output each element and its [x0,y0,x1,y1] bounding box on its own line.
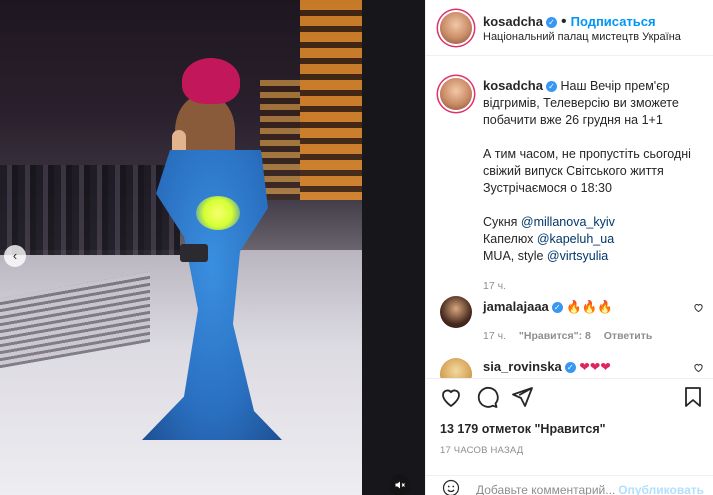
mute-icon[interactable] [389,474,411,495]
comment-likes[interactable]: "Нравится": 8 [519,330,591,342]
comment-username[interactable]: jamalajaaa [483,299,549,314]
audience [0,165,180,255]
verified-badge-icon: ✓ [545,81,557,92]
comment-body: jamalajaaa ✓ 🔥🔥🔥 [483,298,683,316]
post-actions: 13 179 отметок "Нравится" 17 ЧАСОВ НАЗАД… [426,378,713,495]
verified-badge-icon: ✓ [551,302,563,313]
header-title-row: kosadcha ✓ • Подписаться [483,13,656,31]
location-link[interactable]: Національний палац мистецтв Україна [483,31,681,43]
comment-item: sia_rovinska ✓ ❤❤❤ [483,358,683,376]
post-timestamp: 17 ЧАСОВ НАЗАД [440,445,524,456]
comment-item: jamalajaaa ✓ 🔥🔥🔥 17 ч. "Нравится": 8 Отве… [483,298,683,342]
like-heart-icon[interactable] [439,385,465,411]
mention-dress[interactable]: @millanova_kyiv [521,215,615,229]
figure-clutch [180,244,208,262]
mention-mua[interactable]: @virtsyulia [547,249,608,263]
post-video[interactable]: ‹ [0,0,425,495]
comment-text: 🔥🔥🔥 [566,300,613,314]
credit-dress: Сукня @millanova_kyiv [483,214,703,231]
comment-text: ❤❤❤ [579,360,611,374]
credit-hat-label: Капелюх [483,232,534,246]
caption-avatar[interactable] [440,78,472,110]
video-dark-edge [362,0,425,495]
publish-button[interactable]: Опубликовать [618,483,704,495]
author-avatar[interactable] [440,12,472,44]
instagram-post-modal: ‹ kosadcha ✓ • Подписаться Національний пал… [0,0,713,495]
caption-username[interactable]: kosadcha [483,78,543,93]
comment-like-heart-icon[interactable] [693,362,704,376]
previous-arrow-icon[interactable]: ‹ [4,245,26,267]
comments-list[interactable]: kosadcha ✓ Наш Вечір прем'єр відгримів, Т… [426,56,713,378]
post-header: kosadcha ✓ • Подписаться Національний палац… [426,0,713,56]
verified-badge-icon: ✓ [564,362,576,373]
follow-button[interactable]: Подписаться [571,14,656,29]
credit-mua: MUA, style @virtsyulia [483,248,703,265]
credit-mua-label: MUA, style [483,249,544,263]
comment-input[interactable]: Добавьте комментарий... [476,483,615,495]
caption-block: kosadcha ✓ Наш Вечір прем'єр відгримів, Т… [483,77,703,295]
likes-count[interactable]: 13 179 отметок "Нравится" [440,422,606,436]
add-comment-row: Добавьте комментарий... Опубликовать [426,475,713,495]
caption-text-2: А тим часом, не пропустіть сьогодні свіж… [483,147,691,178]
comment-like-heart-icon[interactable] [693,302,704,316]
author-username[interactable]: kosadcha [483,14,543,29]
reply-button[interactable]: Ответить [604,330,653,342]
comment-bubble-icon[interactable] [475,385,501,411]
commenter-avatar[interactable] [440,296,472,328]
separator-dot: • [560,13,567,30]
mention-hat[interactable]: @kapeluh_ua [537,232,614,246]
light-glow [196,196,240,230]
caption-line-1: kosadcha ✓ Наш Вечір прем'єр відгримів, Т… [483,77,703,129]
commenter-avatar[interactable] [440,358,472,378]
verified-badge-icon: ✓ [545,17,557,28]
post-side-panel: kosadcha ✓ • Подписаться Національний палац… [425,0,713,495]
caption-age: 17 ч. [483,280,506,292]
figure-hat [182,58,240,104]
save-bookmark-icon[interactable] [681,385,707,411]
led-wall-secondary [260,80,300,200]
comment-username[interactable]: sia_rovinska [483,359,562,374]
caption-text-3: Зустрічаємося о 18:30 [483,181,612,195]
credit-dress-label: Сукня [483,215,518,229]
comment-age: 17 ч. [483,330,506,342]
comment-meta: 17 ч. "Нравится": 8 Ответить [483,330,683,342]
led-wall [300,0,370,200]
share-plane-icon[interactable] [510,385,536,411]
emoji-smiley-icon[interactable] [442,479,460,495]
credit-hat: Капелюх @kapeluh_ua [483,231,703,248]
